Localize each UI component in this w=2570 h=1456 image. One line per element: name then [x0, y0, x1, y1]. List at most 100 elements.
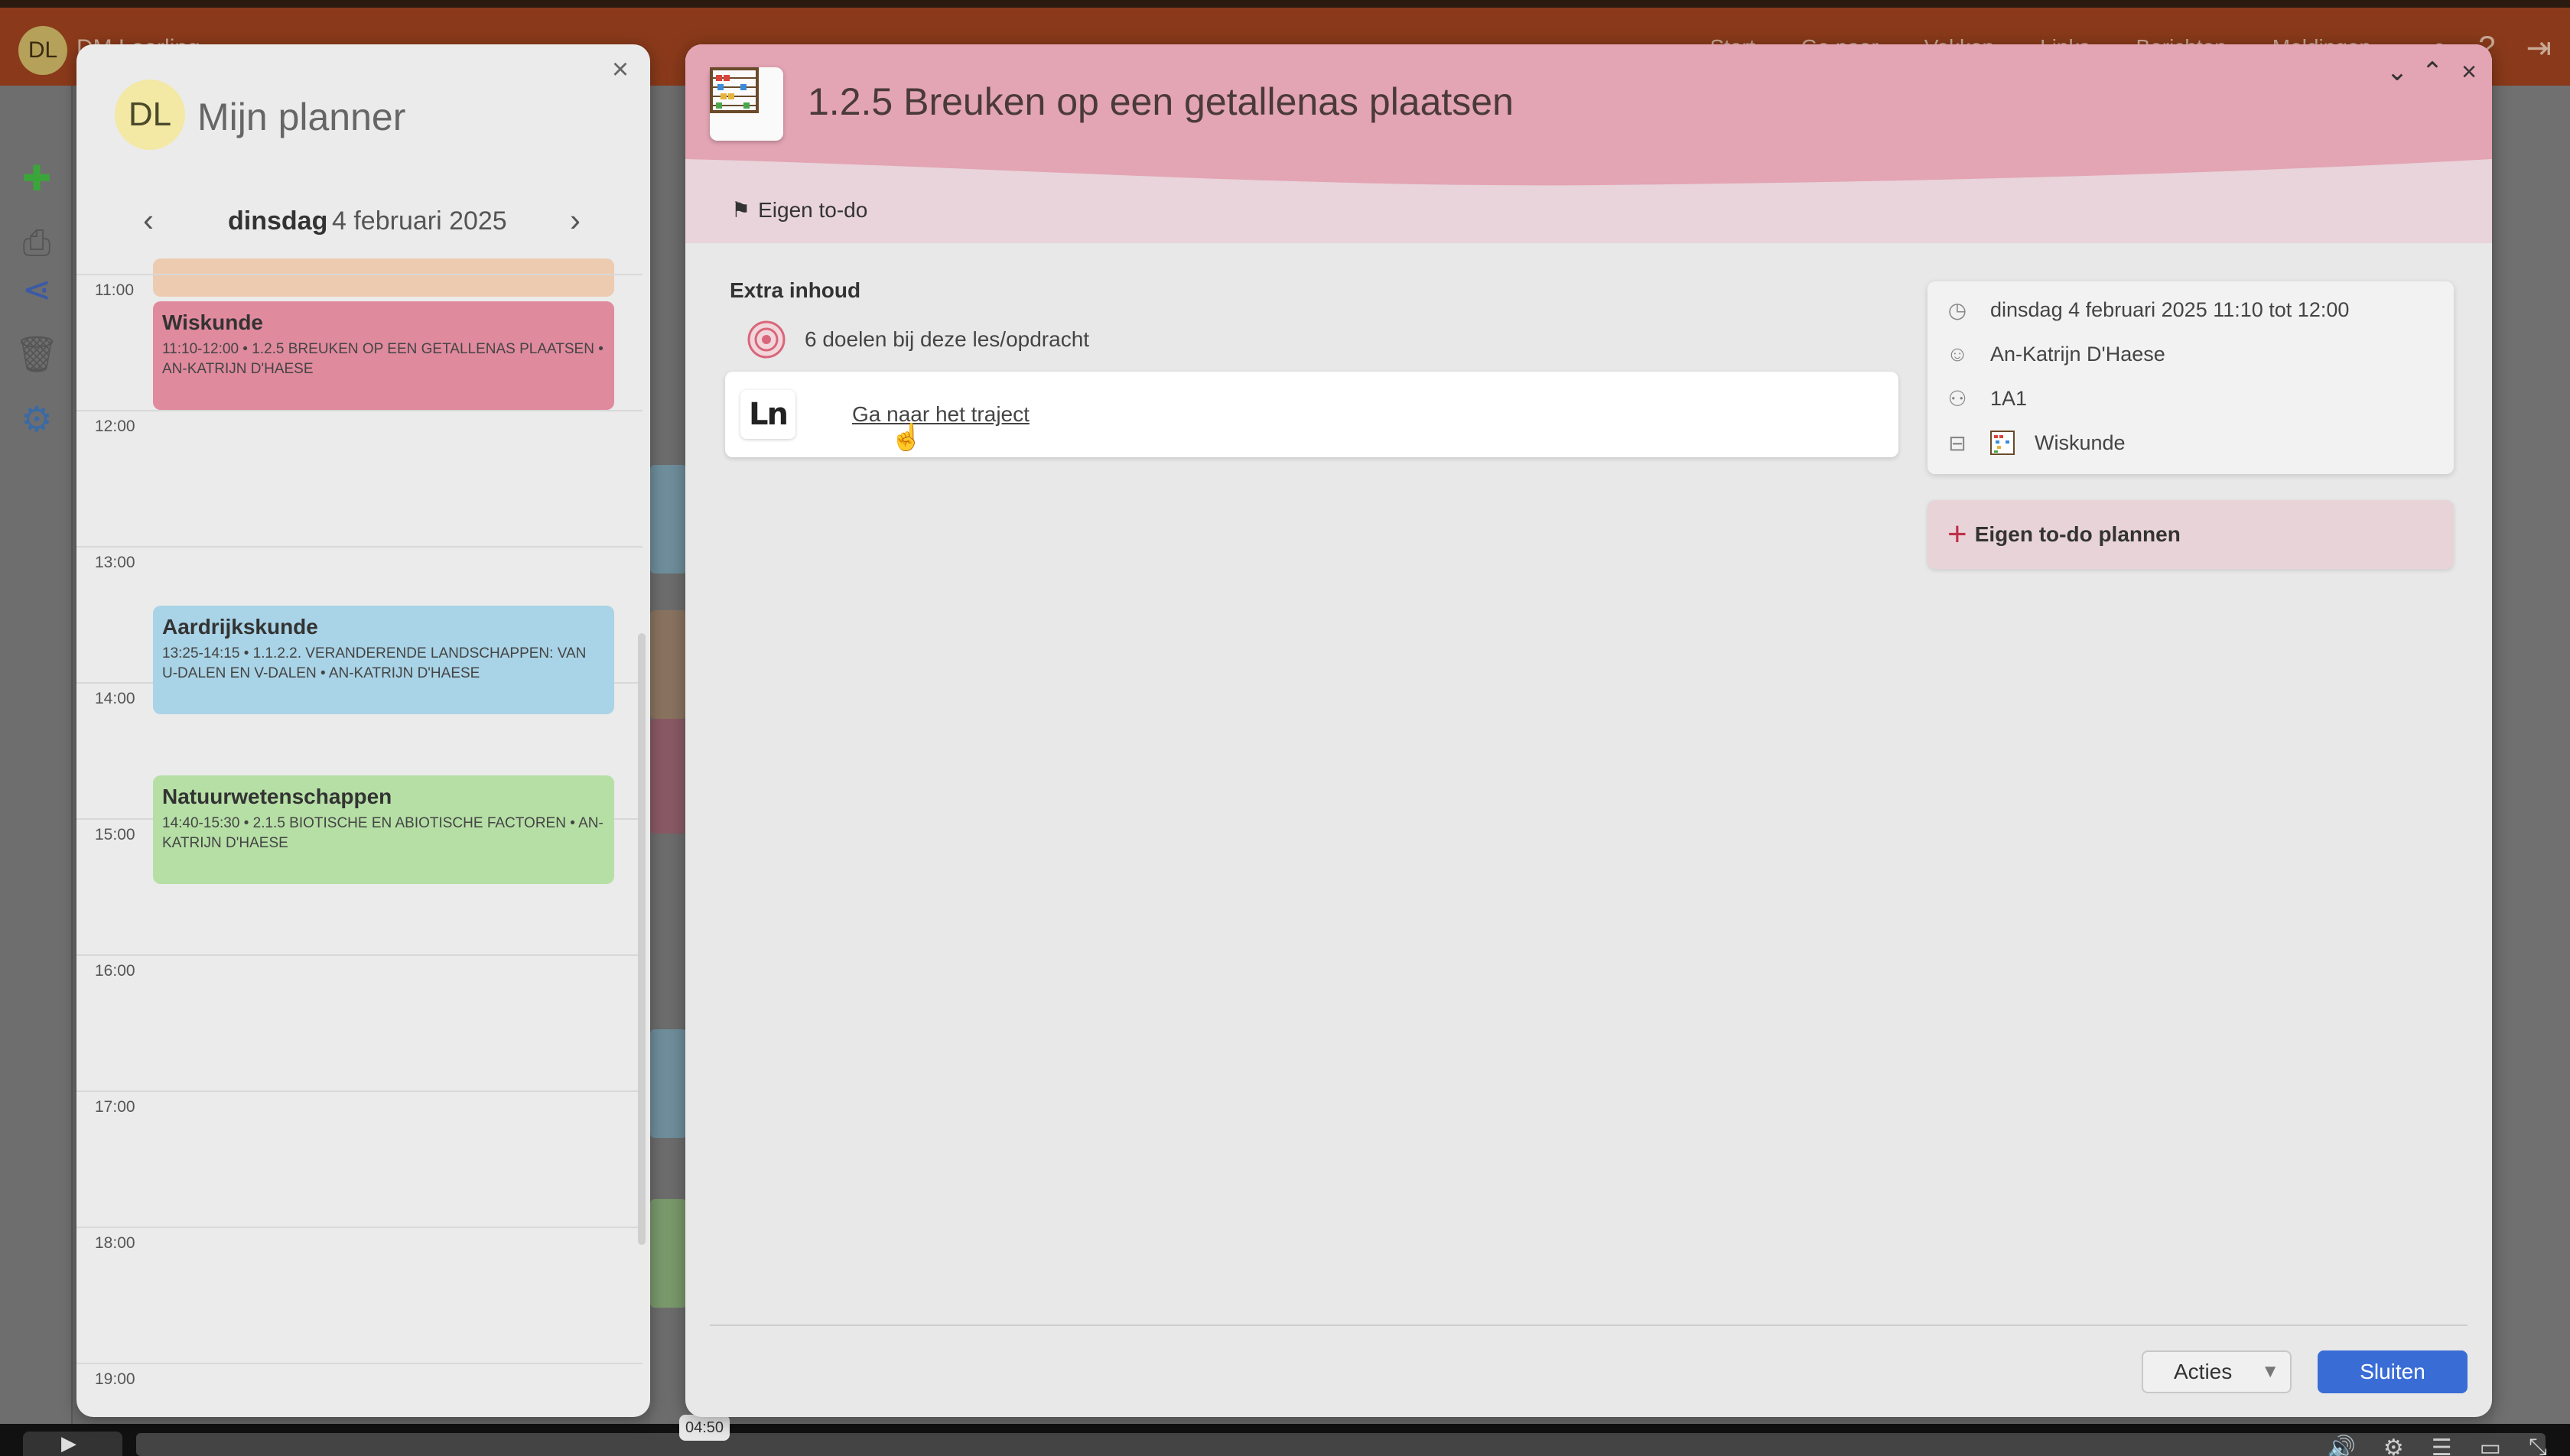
goals-row[interactable]: 6 doelen bij deze les/opdracht — [747, 320, 1089, 359]
traject-row[interactable]: Ln Ga naar het traject ☝ — [725, 372, 1898, 457]
section-title: Extra inhoud — [730, 278, 861, 302]
plan-eigen-todo-button[interactable]: + Eigen to-do plannen — [1927, 500, 2454, 569]
hour-label: 16:00 — [95, 962, 135, 980]
traject-link[interactable]: Ga naar het traject — [852, 402, 1030, 427]
settings-icon[interactable]: ⚙ — [2383, 1435, 2404, 1456]
planner-scrollbar[interactable] — [638, 633, 646, 1245]
play-button[interactable]: ▶ — [23, 1432, 122, 1456]
hour-line — [76, 546, 642, 548]
video-icons: 🔊 ⚙ ☰ ▭ ⤡ — [2327, 1435, 2547, 1456]
background-event — [650, 610, 687, 719]
hand-pointer-cursor-icon: ☝ — [890, 423, 923, 452]
event-aardrijkskunde[interactable]: Aardrijkskunde 13:25-14:15 • 1.1.2.2. Ve… — [153, 606, 614, 714]
group-icon: ⚇ — [1947, 386, 1967, 411]
tab-label: Eigen to-do — [758, 197, 868, 222]
next-day-chevron-icon[interactable]: › — [552, 197, 598, 243]
trash-icon[interactable]: 🗑 — [15, 334, 59, 374]
settings-gear-icon[interactable]: ⚙ — [17, 399, 57, 439]
checklist-flag-icon: ⚑ — [731, 198, 751, 222]
hour-line — [76, 1363, 642, 1364]
group-text: 1A1 — [1990, 386, 2028, 410]
teacher-text: An-Katrijn D'Haese — [1990, 342, 2165, 366]
abacus-icon — [710, 67, 783, 141]
video-time-tooltip: 04:50 — [679, 1415, 730, 1441]
volume-icon[interactable]: 🔊 — [2327, 1435, 2355, 1456]
hour-line — [76, 1090, 642, 1092]
goals-text: 6 doelen bij deze les/opdracht — [805, 327, 1090, 351]
subject-text: Wiskunde — [2035, 431, 2126, 454]
hour-label: 11:00 — [95, 281, 134, 299]
target-icon — [747, 320, 786, 359]
logout-icon[interactable]: ⇥ — [2526, 31, 2552, 66]
previous-day-chevron-icon[interactable]: ‹ — [125, 197, 171, 243]
event-detail: 14:40-15:30 • 2.1.5 Biotische en abiotis… — [162, 815, 603, 851]
modal-header: 1.2.5 Breuken op een getallenas plaatsen… — [685, 44, 2492, 243]
event-detail: 13:25-14:15 • 1.1.2.2. Veranderende land… — [162, 645, 587, 681]
hour-label: 13:00 — [95, 554, 135, 571]
planner-panel: × DL Mijn planner ‹ dinsdag 4 februari 2… — [76, 44, 650, 1417]
lesson-detail-modal: 1.2.5 Breuken op een getallenas plaatsen… — [685, 44, 2492, 1417]
sluiten-button[interactable]: Sluiten — [2318, 1350, 2468, 1393]
plan-button-label: Eigen to-do plannen — [1974, 522, 2181, 546]
modal-close-icon[interactable]: × — [2452, 55, 2486, 89]
tab-eigen-todo[interactable]: ⚑ Eigen to-do — [731, 197, 867, 223]
subject-abacus-icon — [1990, 431, 2015, 455]
event-title: Natuurwetenschappen — [162, 785, 392, 808]
acties-dropdown-button[interactable]: Acties ▼ — [2142, 1350, 2292, 1393]
hour-label: 15:00 — [95, 826, 135, 843]
pip-icon[interactable]: ▭ — [2480, 1435, 2501, 1456]
background-event — [650, 1199, 687, 1308]
planner-timeline: 11:00 12:00 13:00 14:00 15:00 16:00 17:0… — [76, 258, 650, 1417]
info-teacher: ☺ An-Katrijn D'Haese — [1944, 341, 2165, 367]
caret-down-icon: ▼ — [2261, 1361, 2279, 1382]
plus-icon: + — [1947, 515, 1967, 553]
background-right-strip — [2494, 86, 2570, 1424]
app-sidebar: ✚ ⎙ ⋖ 🗑 ⚙ — [0, 86, 73, 1424]
clock-icon: ◷ — [1947, 297, 1967, 322]
hour-label: 12:00 — [95, 418, 135, 435]
hour-line — [76, 1227, 642, 1228]
event-title: Wiskunde — [162, 310, 263, 334]
hour-label: 18:00 — [95, 1234, 135, 1252]
hour-line — [76, 954, 642, 956]
hour-label: 14:00 — [95, 690, 135, 707]
planner-day: dinsdag — [228, 206, 328, 236]
planner-title: Mijn planner — [197, 96, 406, 138]
info-subject: ⊟ Wiskunde — [1944, 430, 2126, 456]
person-icon: ☺ — [1946, 342, 1969, 366]
event-detail: 11:10-12:00 • 1.2.5 Breuken op een getal… — [162, 341, 603, 377]
briefcase-icon: ⊟ — [1948, 431, 1967, 455]
share-icon[interactable]: ⋖ — [17, 269, 57, 309]
datetime-text: dinsdag 4 februari 2025 11:10 tot 12:00 — [1990, 297, 2350, 321]
acties-label: Acties — [2174, 1360, 2233, 1383]
expand-chevron-up-icon[interactable]: ⌃ — [2415, 55, 2449, 89]
traject-logo-icon: Ln — [740, 390, 795, 439]
planner-date-bar: ‹ dinsdag 4 februari 2025 › — [76, 197, 650, 243]
modal-title: 1.2.5 Breuken op een getallenas plaatsen — [808, 80, 1514, 123]
background-event — [650, 465, 687, 574]
playlist-icon[interactable]: ☰ — [2432, 1435, 2452, 1456]
header-wave-background — [685, 44, 2492, 243]
background-event — [650, 1029, 687, 1138]
planner-date: 4 februari 2025 — [332, 206, 507, 236]
fullscreen-exit-icon[interactable]: ⤡ — [2529, 1435, 2547, 1456]
hour-line — [76, 274, 642, 275]
hour-label: 17:00 — [95, 1098, 135, 1116]
event-wiskunde[interactable]: Wiskunde 11:10-12:00 • 1.2.5 Breuken op … — [153, 301, 614, 410]
hour-label: 19:00 — [95, 1370, 135, 1388]
add-icon[interactable]: ✚ — [17, 158, 57, 198]
video-progress-bar[interactable] — [136, 1433, 2546, 1456]
info-group: ⚇ 1A1 — [1944, 385, 2027, 411]
background-event — [650, 719, 687, 834]
lesson-info-card: ◷ dinsdag 4 februari 2025 11:10 tot 12:0… — [1927, 281, 2454, 474]
collapse-chevron-down-icon[interactable]: ⌄ — [2380, 55, 2414, 89]
user-avatar[interactable]: DL — [18, 26, 67, 75]
planner-avatar: DL — [115, 80, 185, 150]
info-datetime: ◷ dinsdag 4 februari 2025 11:10 tot 12:0… — [1944, 297, 2350, 323]
event-natuurwetenschappen[interactable]: Natuurwetenschappen 14:40-15:30 • 2.1.5 … — [153, 775, 614, 884]
event-title: Aardrijkskunde — [162, 615, 318, 639]
planner-close-icon[interactable]: × — [601, 50, 639, 89]
print-icon[interactable]: ⎙ — [17, 223, 57, 263]
event-previous-partial[interactable] — [153, 258, 614, 297]
hour-line — [76, 410, 642, 411]
